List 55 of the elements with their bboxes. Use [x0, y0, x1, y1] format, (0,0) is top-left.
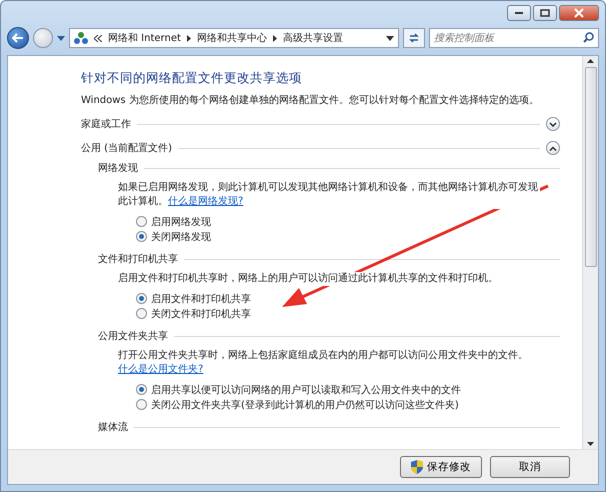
- radio-button[interactable]: [136, 293, 147, 304]
- shield-icon: [411, 460, 423, 474]
- breadcrumb-item[interactable]: 网络和共享中心: [196, 31, 267, 45]
- refresh-icon: [408, 32, 420, 44]
- help-link[interactable]: 什么是网络发现?: [168, 196, 244, 207]
- cancel-button[interactable]: 取消: [490, 456, 570, 478]
- save-button[interactable]: 保存修改: [400, 456, 482, 478]
- profile-title: 家庭或工作: [81, 118, 131, 131]
- address-bar[interactable]: 网络和 Internet 网络和共享中心 高级共享设置: [69, 28, 399, 48]
- radio-button[interactable]: [136, 216, 147, 227]
- search-icon[interactable]: [583, 32, 594, 43]
- maximize-icon: [540, 9, 550, 17]
- back-button[interactable]: [7, 27, 29, 49]
- close-icon: [574, 8, 584, 18]
- minimize-button[interactable]: [507, 5, 531, 21]
- separator-icon: [272, 34, 277, 42]
- maximize-button[interactable]: [533, 5, 557, 21]
- option-label[interactable]: 关闭公用文件夹共享(登录到此计算机的用户仍然可以访问这些文件夹): [151, 398, 459, 412]
- dropdown-icon[interactable]: [386, 36, 394, 40]
- section-title: 网络发现: [98, 162, 138, 175]
- close-button[interactable]: [559, 5, 599, 21]
- chevron-up-icon: [549, 146, 557, 150]
- section-title: 公用文件夹共享: [98, 330, 168, 343]
- section-title: 媒体流: [98, 420, 128, 434]
- chevron-down-icon: [549, 122, 557, 126]
- section-title: 文件和打印机共享: [98, 252, 178, 266]
- chevron-icon: [94, 34, 102, 42]
- radio-button[interactable]: [136, 308, 147, 319]
- option-label[interactable]: 启用网络发现: [151, 214, 211, 228]
- radio-button[interactable]: [136, 399, 147, 410]
- arrow-icon: [12, 33, 24, 43]
- profile-title: 公用 (当前配置文件): [81, 142, 172, 155]
- help-link[interactable]: 什么是公用文件夹?: [118, 364, 204, 375]
- section-text: 如果已启用网络发现，则此计算机可以发现其他网络计算机和设备，而其他网络计算机亦可发现此计算机。什么是网络发现?: [118, 181, 540, 209]
- radio-button[interactable]: [136, 384, 147, 395]
- radio-button[interactable]: [136, 231, 147, 242]
- minimize-icon: [514, 11, 524, 15]
- refresh-button[interactable]: [403, 28, 425, 48]
- scroll-up-icon[interactable]: [587, 59, 594, 63]
- network-icon: [74, 31, 88, 45]
- option-label[interactable]: 启用共享以便可以访问网络的用户可以读取和写入公用文件夹中的文件: [151, 382, 461, 396]
- scroll-thumb[interactable]: [584, 67, 596, 267]
- separator-icon: [186, 34, 191, 42]
- breadcrumb-item[interactable]: 网络和 Internet: [108, 31, 181, 45]
- page-heading: 针对不同的网络配置文件更改共享选项: [81, 70, 303, 87]
- option-label[interactable]: 启用文件和打印机共享: [151, 292, 251, 306]
- option-label[interactable]: 关闭网络发现: [151, 230, 211, 244]
- description-text: Windows 为您所使用的每个网络创建单独的网络配置文件。您可以针对每个配置文件选择特定的选项。: [81, 94, 540, 107]
- expand-button[interactable]: [546, 117, 560, 131]
- scrollbar[interactable]: [582, 56, 598, 449]
- search-field[interactable]: 搜索控制面板: [429, 28, 599, 48]
- scroll-down-icon[interactable]: [587, 442, 594, 446]
- option-label[interactable]: 关闭文件和打印机共享: [151, 306, 251, 320]
- collapse-button[interactable]: [546, 141, 560, 155]
- breadcrumb-item[interactable]: 高级共享设置: [282, 31, 343, 45]
